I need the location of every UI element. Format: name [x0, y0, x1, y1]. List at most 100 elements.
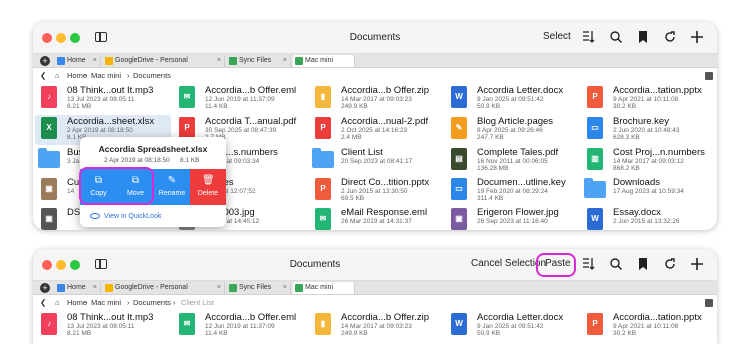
sort-icon[interactable]: [581, 256, 595, 272]
new-tab-icon[interactable]: +: [40, 56, 50, 66]
googledrive-tab-icon: [105, 57, 113, 65]
file-size: 30.2 KB: [613, 103, 637, 110]
googledrive-tab-icon: [105, 284, 113, 292]
file-size: 249.9 KB: [341, 330, 368, 337]
chevron-right-icon: ›: [85, 71, 88, 80]
file-item[interactable]: P Accordia...nual-2.pdf 2 Oct 2025 at 14:1…: [309, 115, 445, 145]
file-item[interactable]: ✉ Accordia...b Offer.eml 12 Jun 2019 at 11…: [173, 84, 309, 114]
view-options-icon[interactable]: [705, 72, 713, 80]
numbers-file-icon: ▥: [587, 148, 603, 170]
close-tab-icon[interactable]: ×: [283, 55, 287, 67]
file-item[interactable]: W Accordia Letter.docx 9 Jan 2025 at 09:51…: [445, 311, 581, 341]
chevron-right-icon: ›: [127, 71, 130, 80]
file-size: 11.4 KB: [205, 330, 228, 337]
file-item[interactable]: Client List 20 Sep 2023 at 08:41:17: [309, 146, 445, 176]
tab-home[interactable]: Home ×: [55, 282, 101, 294]
file-date: 26 Sep 2023 at 11:16:40: [477, 218, 548, 225]
sort-icon[interactable]: [581, 29, 595, 45]
file-item[interactable]: ✉ Accordia...b Offer.eml 12 Jun 2019 at 11…: [173, 311, 309, 341]
file-name: Accordia T...anual.pdf: [205, 116, 297, 127]
breadcrumb-client-list[interactable]: Client List: [181, 296, 214, 310]
file-item[interactable]: ▮ Accordia...b Offer.zip 14 Mar 2017 at 09…: [309, 311, 445, 341]
refresh-icon[interactable]: [663, 29, 677, 45]
file-name: Brochure.key: [613, 116, 669, 127]
file-name: Direct Co...tition.pptx: [341, 177, 430, 188]
tab-label: Sync Files: [239, 284, 272, 291]
close-tab-icon[interactable]: ×: [283, 282, 287, 294]
new-tab-icon[interactable]: +: [40, 283, 50, 293]
file-item[interactable]: ▭ Brochure.key 2 Jun 2020 at 10:48:43 628.3…: [581, 115, 717, 145]
file-item[interactable]: ♪ 08 Think...out It.mp3 13 Jul 2023 at 08:…: [35, 311, 171, 341]
file-item[interactable]: ✎ Blog Article.pages 8 Apr 2025 at 09:26:4…: [445, 115, 581, 145]
file-item[interactable]: ✉ eMail Response.eml 26 Mar 2019 at 14:31:…: [309, 206, 445, 230]
delete-button[interactable]: 🗑 Delete: [190, 169, 226, 205]
file-date: 3 Ja: [67, 158, 80, 165]
tab-sync-files[interactable]: Sync Files ×: [227, 55, 291, 67]
breadcrumb-home[interactable]: Home: [67, 296, 87, 310]
file-name: Documen...utline.key: [477, 177, 566, 188]
breadcrumb-home[interactable]: Home: [67, 69, 87, 83]
search-icon[interactable]: [609, 256, 623, 272]
file-date: 17 Aug 2023 at 10:59:34: [613, 188, 684, 195]
image-file-icon: ▣: [41, 208, 57, 230]
tab-home[interactable]: Home ×: [55, 55, 101, 67]
file-item[interactable]: W Accordia Letter.docx 9 Jan 2025 at 09:51…: [445, 84, 581, 114]
close-tab-icon[interactable]: ×: [93, 282, 97, 294]
tab-label: GoogleDrive - Personal: [115, 284, 188, 291]
tab-mac-mini[interactable]: Mac mini: [293, 55, 355, 67]
add-icon[interactable]: [690, 29, 704, 45]
chevron-right-icon: ›: [173, 298, 176, 307]
file-name: Cost Proj...n.numbers: [613, 147, 705, 158]
add-icon[interactable]: [690, 256, 704, 272]
file-item[interactable]: P Accordia...tation.pptx 9 Apr 2021 at 10:…: [581, 311, 717, 341]
back-icon[interactable]: ❮: [40, 296, 46, 310]
close-tab-icon[interactable]: ×: [93, 55, 97, 67]
back-icon[interactable]: ❮: [40, 69, 46, 83]
file-name: Downloads: [613, 177, 660, 188]
file-item[interactable]: ▭ Documen...utline.key 19 Feb 2020 at 08:2…: [445, 176, 581, 206]
breadcrumb-documents[interactable]: Documents: [133, 69, 171, 83]
file-date: 12 Jun 2019 at 11:37:09: [205, 96, 275, 103]
sync-tab-icon: [229, 57, 237, 65]
file-name: Accordia Letter.docx: [477, 312, 564, 323]
tab-googledrive[interactable]: GoogleDrive - Personal ×: [103, 282, 225, 294]
file-item[interactable]: Downloads 17 Aug 2023 at 10:59:34: [581, 176, 717, 206]
pencil-icon: ✎: [167, 175, 177, 186]
trash-icon: 🗑: [202, 175, 215, 186]
file-item[interactable]: W Essay.docx 2 Jun 2015 at 13:32:26: [581, 206, 717, 230]
bookmark-icon[interactable]: [636, 256, 650, 272]
file-item[interactable]: ▮ Accordia...b Offer.zip 14 Mar 2017 at 09…: [309, 84, 445, 114]
tab-mac-mini[interactable]: Mac mini: [293, 282, 355, 294]
select-button[interactable]: Select: [543, 31, 571, 42]
refresh-icon[interactable]: [663, 256, 677, 272]
rename-button[interactable]: ✎ Rename: [154, 169, 190, 205]
image-file-icon: ▣: [451, 208, 467, 230]
close-tab-icon[interactable]: ×: [217, 282, 221, 294]
breadcrumb-mac-mini[interactable]: Mac mini: [91, 69, 121, 83]
cancel-selection-button[interactable]: Cancel Selection: [471, 258, 546, 269]
close-tab-icon[interactable]: ×: [217, 55, 221, 67]
paste-highlight: [536, 253, 576, 277]
tab-label: Home: [67, 284, 86, 291]
file-item[interactable]: ▤ Complete Tales.pdf 16 Nov 2011 at 00:06:…: [445, 146, 581, 176]
file-date: 9 Jan 2025 at 09:51:42: [477, 323, 544, 330]
file-item[interactable]: ♪ 08 Think...out It.mp3 13 Jul 2023 at 08:…: [35, 84, 171, 114]
breadcrumb-documents[interactable]: Documents: [133, 296, 171, 310]
word-file-icon: W: [451, 313, 467, 335]
view-options-icon[interactable]: [705, 299, 713, 307]
file-name: Accordia...sheet.xlsx: [67, 116, 155, 127]
search-icon[interactable]: [609, 29, 623, 45]
tab-sync-files[interactable]: Sync Files ×: [227, 282, 291, 294]
file-item[interactable]: ▥ Cost Proj...n.numbers 14 Mar 2017 at 09:…: [581, 146, 717, 176]
file-item[interactable]: P Direct Co...tition.pptx 2 Jun 2015 at 13…: [309, 176, 445, 206]
file-item[interactable]: ▣ Erigeron Flower.jpg 26 Sep 2023 at 11:16…: [445, 206, 581, 230]
quicklook-link[interactable]: View in QuickLook: [90, 213, 161, 220]
finder-window-bottom: Documents Cancel Selection Paste + Home …: [33, 249, 717, 344]
file-item[interactable]: P Accordia...tation.pptx 9 Apr 2021 at 10:…: [581, 84, 717, 114]
breadcrumb-mac-mini[interactable]: Mac mini: [91, 296, 121, 310]
file-date: 2 Oct 2025 at 14:16:23: [341, 127, 408, 134]
file-size: 50.9 KB: [477, 330, 501, 337]
tab-label: GoogleDrive - Personal: [115, 57, 188, 64]
bookmark-icon[interactable]: [636, 29, 650, 45]
tab-googledrive[interactable]: GoogleDrive - Personal ×: [103, 55, 225, 67]
